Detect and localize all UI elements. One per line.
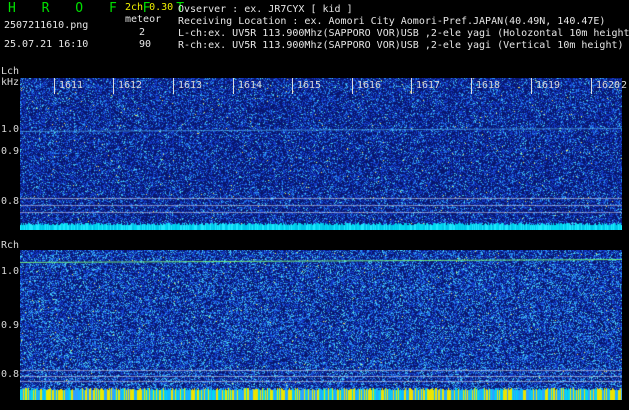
time-tick: 1612 xyxy=(118,80,143,91)
meteor-label: meteor xyxy=(125,14,162,25)
rch-ytick: 0.9 xyxy=(1,320,20,331)
time-tick-mark xyxy=(113,78,114,94)
time-tick-mark xyxy=(54,78,55,94)
scale-value: 90 xyxy=(139,39,152,50)
time-tick: 1614 xyxy=(238,80,263,91)
rch-spectrogram-canvas xyxy=(20,250,622,400)
time-tick-mark xyxy=(591,78,592,94)
observer-line: Ovserver : ex. JR7CYX [ kid ] xyxy=(178,4,353,15)
time-tick-mark xyxy=(292,78,293,94)
filename-label: 2507211610.png xyxy=(4,20,89,31)
rch-waterfall[interactable] xyxy=(20,250,622,400)
time-tick: 1616 xyxy=(357,80,382,91)
lch-waterfall[interactable] xyxy=(20,78,622,230)
khz-unit-label: kHz xyxy=(1,77,20,88)
time-tick: 1617 xyxy=(416,80,441,91)
rch-ytick: 1.0 xyxy=(1,266,20,277)
time-tick-mark xyxy=(233,78,234,94)
location-line: Receiving Location : ex. Aomori City Aom… xyxy=(178,16,606,27)
time-tick: 2 xyxy=(621,80,628,91)
time-tick: 1620 xyxy=(596,80,621,91)
rch-info-line: R-ch:ex. UV5R 113.900Mhz(SAPPORO VOR)USB… xyxy=(178,40,624,51)
time-tick-mark xyxy=(471,78,472,94)
time-tick-mark xyxy=(352,78,353,94)
time-tick: 1619 xyxy=(536,80,561,91)
lch-ytick: 1.0 xyxy=(1,124,20,135)
meteor-count: 2 xyxy=(139,27,146,38)
time-tick: 1613 xyxy=(178,80,203,91)
time-tick: 1618 xyxy=(476,80,501,91)
datetime-label: 25.07.21 16:10 xyxy=(4,39,89,50)
lch-spectrogram-canvas xyxy=(20,78,622,230)
time-tick-mark xyxy=(173,78,174,94)
time-tick: 1615 xyxy=(297,80,322,91)
lch-ytick: 0.9 xyxy=(1,146,20,157)
time-tick: 1611 xyxy=(59,80,84,91)
lch-label: Lch xyxy=(1,66,20,77)
lch-info-line: L-ch:ex. UV5R 113.900Mhz(SAPPORO VOR)USB… xyxy=(178,28,629,39)
time-tick-mark xyxy=(531,78,532,94)
mode-label: 2ch 0.30 xyxy=(125,2,174,13)
rch-label: Rch xyxy=(1,240,20,251)
lch-ytick: 0.8 xyxy=(1,196,20,207)
rch-ytick: 0.8 xyxy=(1,369,20,380)
time-tick-mark xyxy=(411,78,412,94)
